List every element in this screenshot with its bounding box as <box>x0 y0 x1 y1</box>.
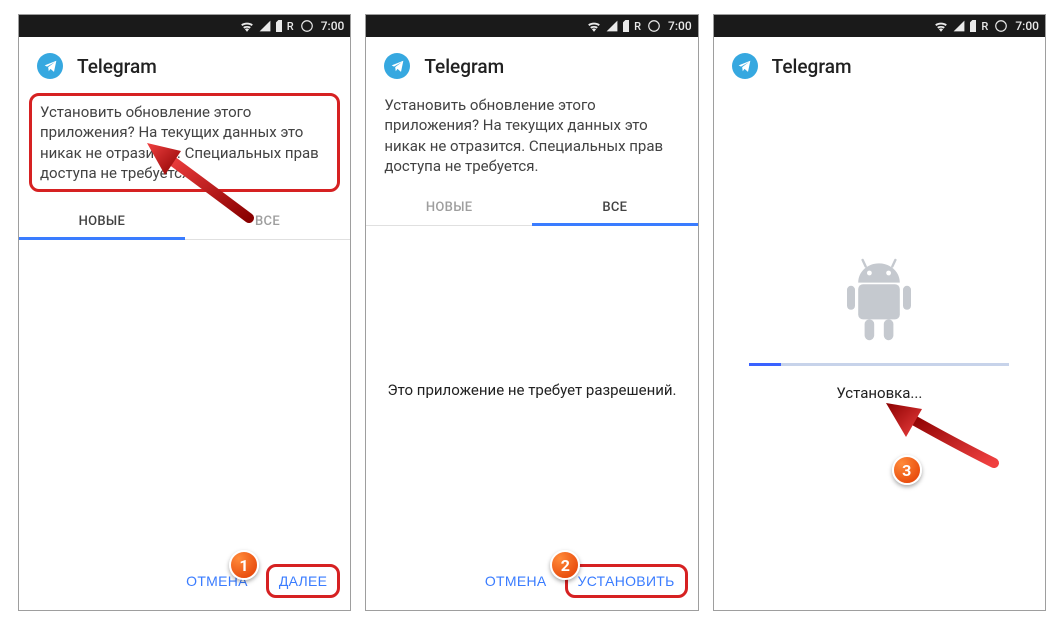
roaming-indicator: R <box>634 20 642 33</box>
installer-header: Telegram <box>714 37 1045 89</box>
battery-icon <box>994 19 1008 33</box>
tab-new[interactable]: НОВЫЕ <box>366 188 532 225</box>
tab-all[interactable]: ВСЕ <box>185 202 351 239</box>
install-progress-bar <box>749 363 1009 366</box>
battery-icon <box>647 19 661 33</box>
status-bar: R 7:00 <box>19 15 350 37</box>
update-message: Установить обновление этого приложения? … <box>366 89 697 188</box>
install-button[interactable]: УСТАНОВИТЬ <box>565 564 688 598</box>
android-robot-icon <box>839 257 919 345</box>
app-title: Telegram <box>424 55 504 78</box>
signal-icon <box>953 20 965 32</box>
no-permissions-text: Это приложение не требует разрешений. <box>366 226 697 554</box>
wifi-icon <box>587 20 601 32</box>
phone-screen-1: R 7:00 Telegram Установить обновление эт… <box>18 14 351 611</box>
clock-label: 7:00 <box>321 19 345 33</box>
sim-icon <box>276 20 282 32</box>
permission-tabs: НОВЫЕ ВСЕ <box>19 202 350 240</box>
telegram-app-icon <box>384 53 410 79</box>
roaming-indicator: R <box>287 20 295 33</box>
tab-new[interactable]: НОВЫЕ <box>19 202 185 239</box>
permission-tabs: НОВЫЕ ВСЕ <box>366 188 697 226</box>
step-badge-1: 1 <box>229 550 259 580</box>
installer-header: Telegram <box>19 37 350 89</box>
install-progress-fill <box>749 363 780 366</box>
dialog-footer: ОТМЕНА УСТАНОВИТЬ <box>366 554 697 610</box>
cancel-button[interactable]: ОТМЕНА <box>473 565 559 597</box>
installer-header: Telegram <box>366 37 697 89</box>
install-progress-body: Установка... <box>714 89 1045 610</box>
signal-icon <box>606 20 618 32</box>
battery-icon <box>300 19 314 33</box>
status-bar: R 7:00 <box>366 15 697 37</box>
phone-screen-3: R 7:00 Telegram <box>713 14 1046 611</box>
roaming-indicator: R <box>981 20 989 33</box>
sim-icon <box>623 20 629 32</box>
tab-all[interactable]: ВСЕ <box>532 188 698 225</box>
next-button[interactable]: ДАЛЕЕ <box>266 564 341 598</box>
permissions-list-empty <box>19 240 350 554</box>
clock-label: 7:00 <box>668 19 692 33</box>
dialog-footer: ОТМЕНА ДАЛЕЕ <box>19 554 350 610</box>
wifi-icon <box>934 20 948 32</box>
wifi-icon <box>240 20 254 32</box>
telegram-app-icon <box>37 53 63 79</box>
install-status-label: Установка... <box>836 384 922 402</box>
app-title: Telegram <box>772 55 852 78</box>
step-badge-3: 3 <box>892 455 922 485</box>
update-message: Установить обновление этого приложения? … <box>29 93 340 192</box>
telegram-app-icon <box>732 53 758 79</box>
sim-icon <box>970 20 976 32</box>
signal-icon <box>259 20 271 32</box>
phone-screen-2: R 7:00 Telegram Установить обновление эт… <box>365 14 698 611</box>
app-title: Telegram <box>77 55 157 78</box>
status-bar: R 7:00 <box>714 15 1045 37</box>
clock-label: 7:00 <box>1015 19 1039 33</box>
